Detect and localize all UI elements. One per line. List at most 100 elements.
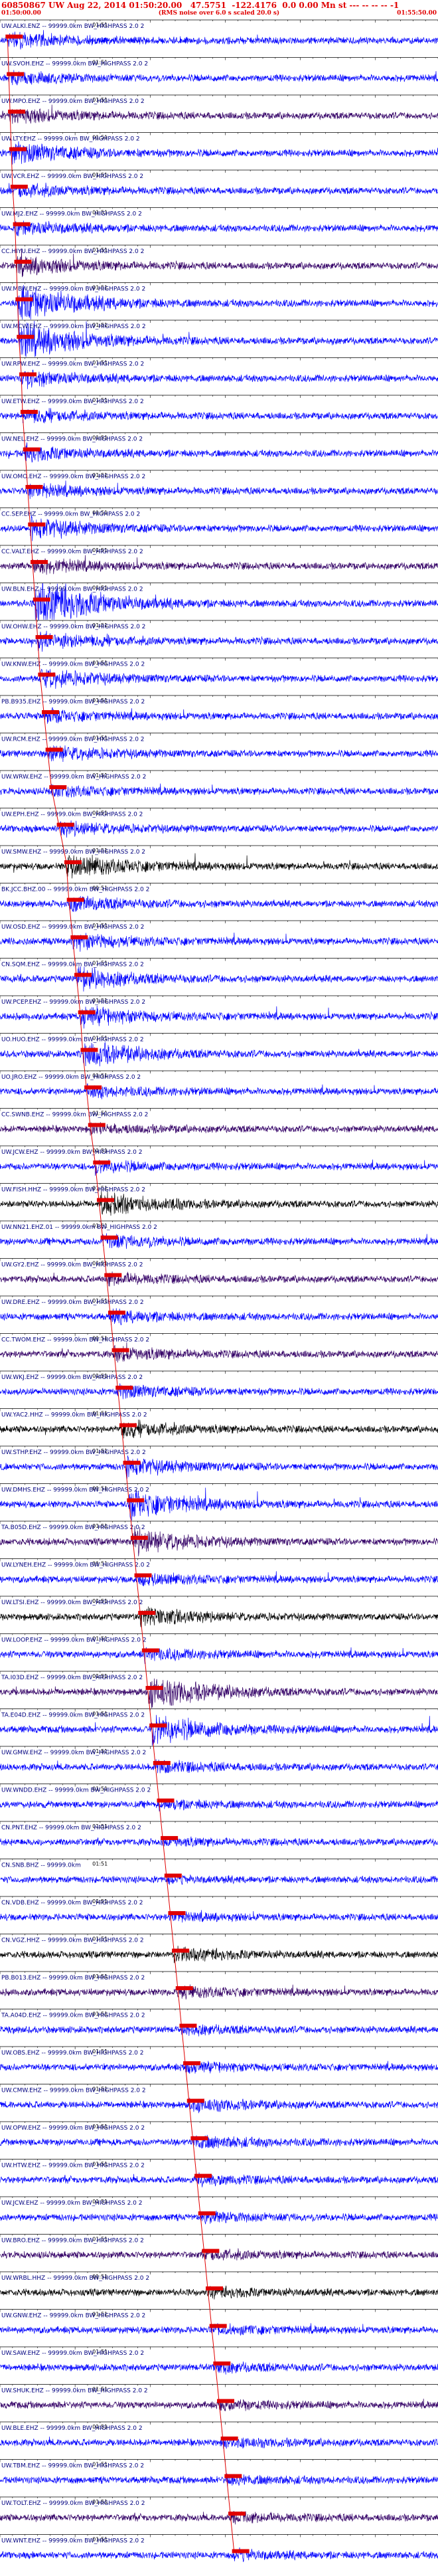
waveform xyxy=(0,1383,438,1400)
trace-row: 01:51CC.VALT.EHZ -- 99999.0km BW_HIGHPAS… xyxy=(0,545,438,575)
trace-row: 01:51UW.SVOH.EHZ -- 99999.0km BW_HIGHPAS… xyxy=(0,57,438,86)
station-label: UW.RPW.EHZ -- 99999.0km BW_HIGHPASS 2.0 … xyxy=(1,361,144,368)
pick-marker xyxy=(149,1723,167,1728)
station-label: UW.HTW.EHZ -- 99999.0km BW_HIGHPASS 2.0 … xyxy=(1,2163,145,2169)
waveform xyxy=(0,408,438,424)
station-label: CN.VDB.EHZ -- 99999.0km BW_HIGHPASS 2.0 … xyxy=(1,1900,143,1906)
trace-row: 01:51UW.JCW.EHZ -- 99999.0km BW_HIGHPASS… xyxy=(0,1145,438,1176)
pick-marker xyxy=(78,1010,96,1015)
waveform xyxy=(0,1271,438,1287)
pick-marker xyxy=(168,1911,186,1916)
pick-marker xyxy=(172,1948,190,1953)
trace-row: 01:51UW.MCW.EHZ -- 99999.0km BW_HIGHPASS… xyxy=(0,320,438,357)
station-label: CC.HIYU.EHZ -- 99999.0km BW_HIGHPASS 2.0… xyxy=(1,248,144,255)
station-label: UW.PCEP.EHZ -- 99999.0km BW_HIGHPASS 2.0… xyxy=(1,999,145,1006)
waveform xyxy=(0,1647,438,1664)
trace-row: 01:51UW.GNW.EHZ -- 99999.0km BW_HIGHPASS… xyxy=(0,2309,438,2336)
station-label: UW.LTY.EHZ -- 99999.0km BW_HIGHPASS 2.0 … xyxy=(1,136,140,143)
waveform xyxy=(0,2473,438,2486)
pick-marker xyxy=(15,297,33,302)
waveform xyxy=(0,1308,438,1326)
waveform xyxy=(0,1042,438,1067)
trace-row: 01:51TA.E04D.EHZ -- 99999.0km BW_HIGHPAS… xyxy=(0,1708,438,1746)
station-label: UW.KNW.EHZ -- 99999.0km BW_HIGHPASS 2.0 … xyxy=(1,662,145,668)
pick-marker xyxy=(38,672,56,677)
trace-row: 01:51CN.VDB.EHZ -- 99999.0km BW_HIGHPASS… xyxy=(0,1896,438,1923)
trace-row: 01:51BK.JCC.BHZ.00 -- 99999.0km BW_HIGHP… xyxy=(0,883,438,912)
station-label: UW.WNDD.EHZ -- 99999.0km BW_HIGHPASS 2.0… xyxy=(1,1788,151,1794)
trace-row: 01:51UW.ALKI.ENZ -- 99999.0km BW_HIGHPAS… xyxy=(0,19,438,50)
waveform xyxy=(0,1759,438,1774)
pick-marker xyxy=(42,710,59,715)
station-label: UW.MBW.EHZ -- 99999.0km BW_HIGHPASS 2.0 … xyxy=(1,286,145,293)
station-label: UW.ALKI.ENZ -- 99999.0km BW_HIGHPASS 2.0… xyxy=(1,23,144,30)
pick-marker xyxy=(157,1798,175,1803)
pick-marker xyxy=(161,1836,179,1841)
station-label: TA.E04D.EHZ -- 99999.0km BW_HIGHPASS 2.0… xyxy=(1,1712,145,1719)
station-label: CN.PNT.EHZ -- 99999.0km BW_HIGHPASS 2.0 … xyxy=(1,1825,141,1831)
waveform xyxy=(0,221,438,236)
tick-label: 01:51 xyxy=(92,1861,108,1867)
station-label: CC.VALT.EHZ -- 99999.0km BW_HIGHPASS 2.0… xyxy=(1,549,143,555)
waveform xyxy=(0,1122,438,1136)
waveform xyxy=(0,1678,438,1708)
pick-marker xyxy=(88,1123,106,1127)
trace-row: 01:51UW.MJ2.EHZ -- 99999.0km BW_HIGHPASS… xyxy=(0,207,438,236)
trace-row: 01:51UW.BLE.EHZ -- 99999.0km BW_HIGHPASS… xyxy=(0,2421,438,2449)
station-label: UW.ETW.EHZ -- 99999.0km BW_HIGHPASS 2.0 … xyxy=(1,399,144,405)
trace-row: 01:51UW.JCW.EHZ -- 99999.0km BW_HIGHPASS… xyxy=(0,2196,438,2225)
trace-row: 01:51UW.WKJ.EHZ -- 99999.0km BW_HIGHPASS… xyxy=(0,1370,438,1400)
waveform xyxy=(0,1455,438,1479)
station-label: UW.MCW.EHZ -- 99999.0km BW_HIGHPASS 2.0 … xyxy=(1,323,146,330)
trace-row: 01:51CN.SQM.EHZ -- 99999.0km BW_HIGHPASS… xyxy=(0,958,438,992)
station-label: UW.CMW.EHZ -- 99999.0km BW_HIGHPASS 2.0 … xyxy=(1,2088,146,2094)
pick-marker xyxy=(115,1386,133,1390)
pick-marker xyxy=(25,485,43,490)
waveform xyxy=(0,369,438,389)
pick-marker xyxy=(9,147,27,151)
pick-marker xyxy=(198,2211,216,2216)
station-label: UW.GY2.EHZ -- 99999.0km BW_HIGHPASS 2.0 … xyxy=(1,1262,143,1269)
station-label: CC.SEP.EHZ -- 99999.0km BW_HIGHPASS 2.0 … xyxy=(1,511,140,518)
pick-marker xyxy=(8,110,26,114)
waveform xyxy=(0,183,438,198)
pick-marker xyxy=(130,1536,148,1540)
trace-row: 01:51UW.LTSI.EHZ -- 99999.0km BW_HIGHPAS… xyxy=(0,1596,438,1627)
station-label: CC.SWNB.EHZ -- 99999.0km BW_HIGHPASS 2.0… xyxy=(1,1112,148,1119)
pick-marker xyxy=(138,1611,156,1615)
pick-marker xyxy=(224,2474,242,2478)
station-label: UW.WRW.EHZ -- 99999.0km BW_HIGHPASS 2.0 … xyxy=(1,774,146,781)
station-label: UW.DRE.EHZ -- 99999.0km BW_HIGHPASS 2.0 … xyxy=(1,1299,144,1306)
waveform xyxy=(0,668,438,690)
trace-row: 01:51UW.OBS.EHZ -- 99999.0km BW_HIGHPASS… xyxy=(0,2046,438,2074)
station-label: UW.SAW.EHZ -- 99999.0km BW_HIGHPASS 2.0 … xyxy=(1,2350,144,2357)
pick-marker xyxy=(228,2512,246,2516)
waveform xyxy=(0,1984,438,2000)
trace-row: 01:51TA.A04D.EHZ -- 99999.0km BW_HIGHPAS… xyxy=(0,2009,438,2037)
pick-marker xyxy=(232,2549,250,2553)
waveform xyxy=(0,630,438,652)
trace-row: 01:51UO.JRO.EHZ -- 99999.0km BW_HIGHPASS… xyxy=(0,1070,438,1099)
pick-marker xyxy=(23,447,40,452)
trace-row: 01:51CC.SEP.EHZ -- 99999.0km BW_HIGHPASS… xyxy=(0,507,438,541)
trace-row: 01:51PB.B935.EHZ -- 99999.0km BW_HIGHPAS… xyxy=(0,695,438,724)
seismogram-plot: 01:51 UW.ALKI.ENZ -- 99999.0km BW_HIGHPAS… xyxy=(0,19,438,2563)
station-label: CN.SNB.BHZ -- 99999.0km xyxy=(1,1863,81,1869)
pick-marker xyxy=(10,185,28,189)
trace-row: 01:51UW.LOOP.EHZ -- 99999.0km BW_HIGHPAS… xyxy=(0,1633,438,1664)
station-label: UW.TBM.EHZ -- 99999.0km BW_HIGHPASS 2.0 … xyxy=(1,2463,144,2470)
station-label: UW.WKJ.EHZ -- 99999.0km BW_HIGHPASS 2.0 … xyxy=(1,1374,143,1381)
waveform xyxy=(0,2098,438,2114)
trace-row: 01:51UW.YAC2.HHZ -- 99999.0km BW_HIGHPAS… xyxy=(0,1408,438,1439)
waveform xyxy=(0,1342,438,1363)
trace-row: 01:51UW.WNDD.EHZ -- 99999.0km BW_HIGHPAS… xyxy=(0,1784,438,1812)
trace-row: 01:51UW.WRBL.HHZ -- 99999.0km BW_HIGHPAS… xyxy=(0,2271,438,2300)
trace-row: 01:51UW.LYNEH.EHZ -- 99999.0km BW_HIGHPA… xyxy=(0,1558,438,1586)
waveform xyxy=(0,1714,438,1746)
pick-marker xyxy=(183,2061,201,2066)
trace-row: 01:51UW.VCR.EHZ -- 99999.0km BW_HIGHPASS… xyxy=(0,169,438,198)
trace-row: 01:51UO.HUO.EHZ -- 99999.0km BW_HIGHPASS… xyxy=(0,1033,438,1067)
waveform xyxy=(0,2547,438,2563)
pick-marker xyxy=(28,522,46,527)
trace-row: 01:51UW.KNW.EHZ -- 99999.0km BW_HIGHPASS… xyxy=(0,658,438,690)
